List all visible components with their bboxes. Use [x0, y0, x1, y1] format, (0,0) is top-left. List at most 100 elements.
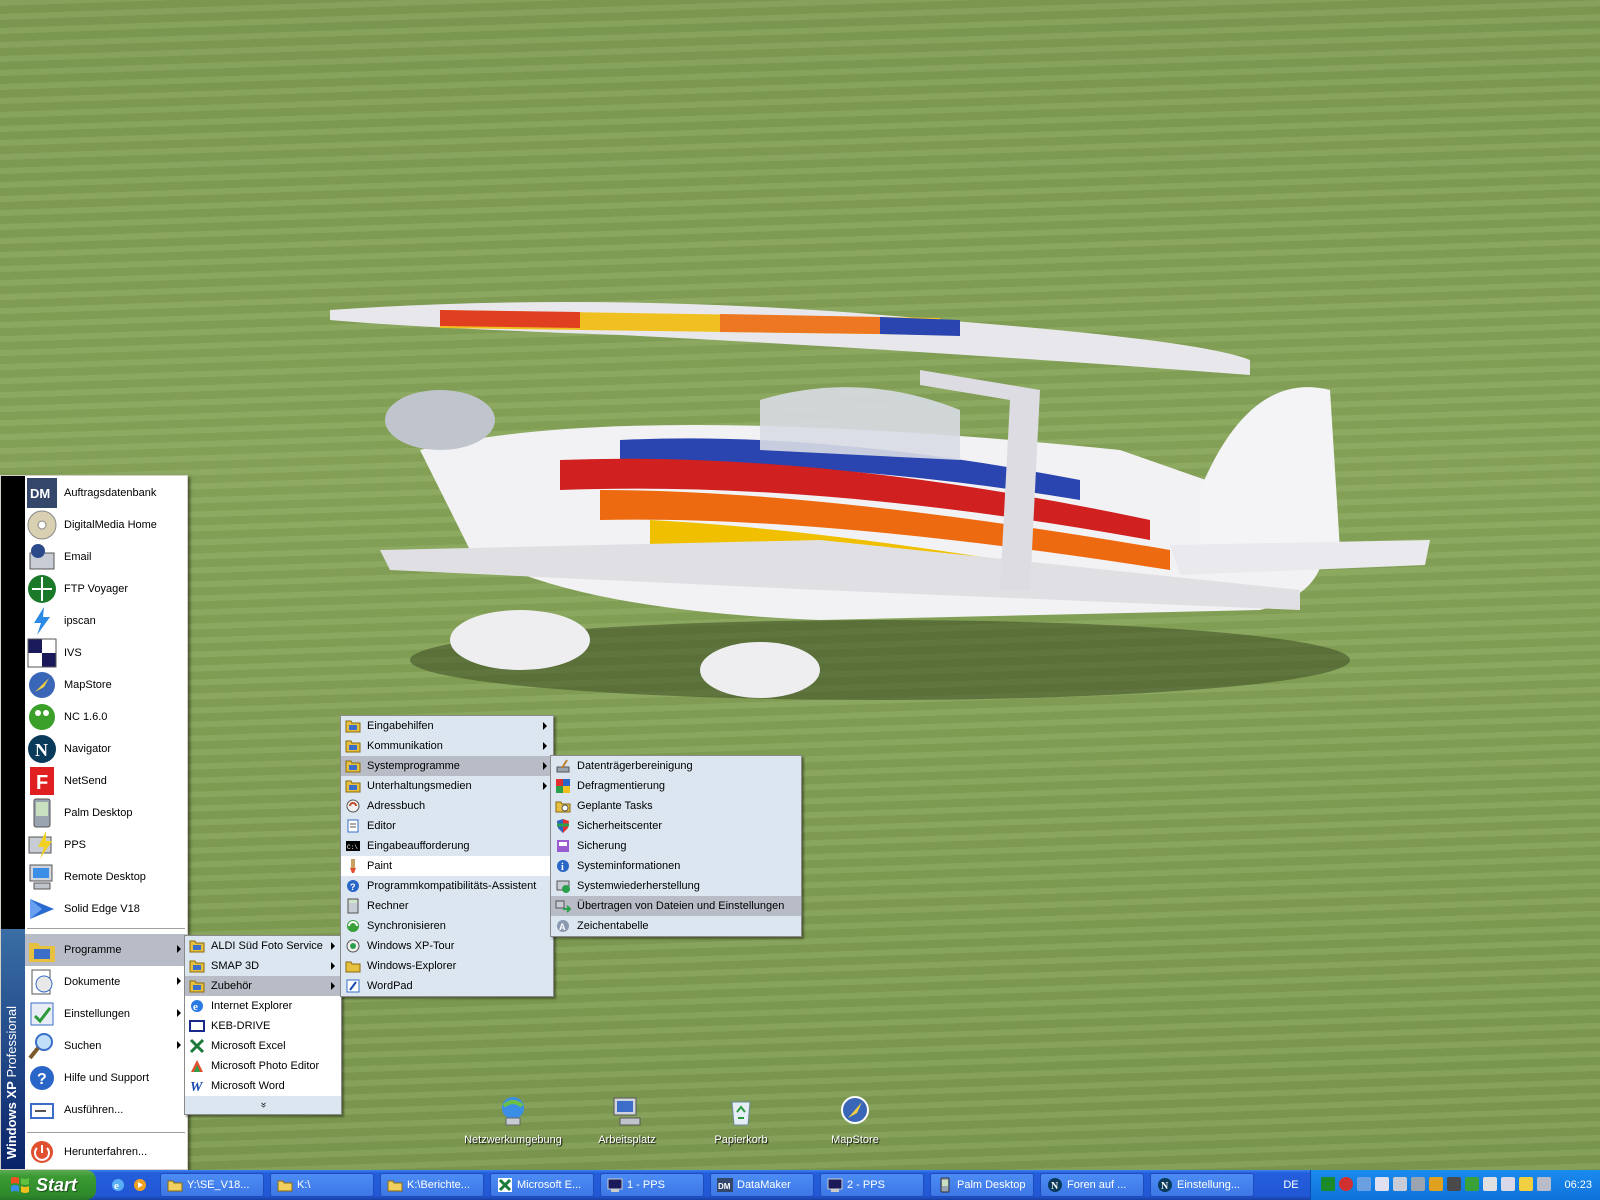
start-item-email[interactable]: Email [25, 541, 187, 573]
menu-item-kommunikation[interactable]: Kommunikation [341, 736, 553, 756]
search-icon [28, 1033, 53, 1060]
start-menu-band: Windows XP Professional [1, 476, 25, 1169]
menu-item-defragmentierung[interactable]: Defragmentierung [551, 776, 801, 796]
pps-icon [28, 831, 52, 859]
taskbar-button-excel[interactable]: Microsoft E... [490, 1173, 594, 1197]
menu-item-editor[interactable]: Editor [341, 816, 553, 836]
start-button[interactable]: Start [0, 1170, 96, 1200]
address-book-icon [346, 799, 360, 813]
start-item-mapstore[interactable]: MapStore [25, 669, 187, 701]
notepad-icon [347, 819, 359, 833]
tray-green-icon[interactable] [1321, 1177, 1335, 1191]
submenu-arrow-icon [543, 722, 547, 730]
menu-item-zeichentabelle[interactable]: A Zeichentabelle [551, 916, 801, 936]
menu-item-paint[interactable]: Paint [341, 856, 553, 876]
tray-sync-icon[interactable] [1465, 1177, 1479, 1191]
svg-text:C:\: C:\ [347, 844, 358, 851]
start-item-pps[interactable]: PPS [25, 829, 187, 861]
menu-item-zubehoer[interactable]: Zubehör [185, 976, 341, 996]
menu-item-wordpad[interactable]: WordPad [341, 976, 553, 996]
taskbar-button-datamaker[interactable]: DM DataMaker [710, 1173, 814, 1197]
desktop-icon-label: Netzwerkumgebung [464, 1134, 562, 1146]
menu-item-systeminformationen[interactable]: i Systeminformationen [551, 856, 801, 876]
start-item-ausfuehren[interactable]: Ausführen... [25, 1094, 187, 1126]
start-item-navigator[interactable]: N Navigator [25, 733, 187, 765]
start-item-ivs[interactable]: IVS [25, 637, 187, 669]
menu-item-smap3d[interactable]: SMAP 3D [185, 956, 341, 976]
recycle-bin-icon [731, 1101, 751, 1126]
menu-item-eingabeaufforderung[interactable]: C:\ Eingabeaufforderung [341, 836, 553, 856]
menu-item-systemprogramme[interactable]: Systemprogramme [341, 756, 553, 776]
menu-item-xp-tour[interactable]: Windows XP-Tour [341, 936, 553, 956]
desktop-icon-network[interactable]: Netzwerkumgebung [458, 1094, 568, 1146]
word-icon: W [190, 1080, 204, 1094]
taskbar-button-pps-1[interactable]: 1 - PPS [600, 1173, 704, 1197]
menu-item-synchronisieren[interactable]: Synchronisieren [341, 916, 553, 936]
system-tray: 06:23 [1310, 1170, 1600, 1200]
desktop-icon-mapstore[interactable]: MapStore [800, 1094, 910, 1146]
taskbar-button-k-drive[interactable]: K:\ [270, 1173, 374, 1197]
mapstore-icon [841, 1096, 869, 1124]
start-item-ipscan[interactable]: ipscan [25, 605, 187, 637]
menu-item-internet-explorer[interactable]: e Internet Explorer [185, 996, 341, 1016]
tray-volume-icon[interactable] [1447, 1177, 1461, 1191]
tray-monitor-icon[interactable] [1411, 1177, 1425, 1191]
menu-item-datentraegerbereinigung[interactable]: Datenträgerbereinigung [551, 756, 801, 776]
start-item-suchen[interactable]: Suchen [25, 1030, 187, 1062]
menu-item-geplante-tasks[interactable]: Geplante Tasks [551, 796, 801, 816]
tray-pdf-icon[interactable] [1375, 1177, 1389, 1191]
start-item-digitalmedia-home[interactable]: DigitalMedia Home [25, 509, 187, 541]
menu-item-photo-editor[interactable]: Microsoft Photo Editor [185, 1056, 341, 1076]
tray-palm-icon[interactable] [1393, 1177, 1407, 1191]
menu-item-adressbuch[interactable]: Adressbuch [341, 796, 553, 816]
menu-item-keb-drive[interactable]: KEB-DRIVE [185, 1016, 341, 1036]
taskbar-button-palm-desktop[interactable]: Palm Desktop [930, 1173, 1034, 1197]
tray-usb-icon[interactable] [1483, 1177, 1497, 1191]
start-item-auftragsdatenbank[interactable]: DM Auftragsdatenbank [25, 477, 187, 509]
tray-pen-icon[interactable] [1519, 1177, 1533, 1191]
tray-antivirus-icon[interactable] [1339, 1177, 1353, 1191]
menu-item-sicherheitscenter[interactable]: Sicherheitscenter [551, 816, 801, 836]
start-item-hilfe[interactable]: ? Hilfe und Support [25, 1062, 187, 1094]
menu-item-sicherung[interactable]: Sicherung [551, 836, 801, 856]
tray-printer-icon[interactable] [1537, 1177, 1551, 1191]
menu-item-word[interactable]: W Microsoft Word [185, 1076, 341, 1096]
more-items-chevron-icon[interactable]: » [185, 1096, 341, 1114]
start-item-nc[interactable]: NC 1.6.0 [25, 701, 187, 733]
start-item-netsend[interactable]: F NetSend [25, 765, 187, 797]
desktop-icon-recycle-bin[interactable]: Papierkorb [686, 1094, 796, 1146]
menu-item-systemwiederherstellung[interactable]: Systemwiederherstellung [551, 876, 801, 896]
start-item-programme[interactable]: Programme [25, 934, 187, 966]
taskbar-button-pps-2[interactable]: 2 - PPS [820, 1173, 924, 1197]
start-item-remote-desktop[interactable]: Remote Desktop [25, 861, 187, 893]
menu-item-excel[interactable]: Microsoft Excel [185, 1036, 341, 1056]
quicklaunch-ie-icon[interactable]: e [110, 1177, 126, 1193]
dm-icon: DM [27, 478, 57, 508]
menu-item-windows-explorer[interactable]: Windows-Explorer [341, 956, 553, 976]
menu-item-uebertragen[interactable]: Übertragen von Dateien und Einstellungen [551, 896, 801, 916]
tray-network-icon[interactable] [1357, 1177, 1371, 1191]
menu-item-programmkompatibilitaet[interactable]: ? Programmkompatibilitäts-Assistent [341, 876, 553, 896]
start-item-ftp-voyager[interactable]: FTP Voyager [25, 573, 187, 605]
menu-item-aldi-foto[interactable]: ALDI Süd Foto Service [185, 936, 341, 956]
taskbar-button-foren[interactable]: N Foren auf ... [1040, 1173, 1144, 1197]
start-item-dokumente[interactable]: Dokumente [25, 966, 187, 998]
desktop-icon-my-computer[interactable]: Arbeitsplatz [572, 1094, 682, 1146]
clock[interactable]: 06:23 [1564, 1170, 1592, 1200]
tray-connection-icon[interactable] [1501, 1177, 1515, 1191]
start-menu-system-list: Programme Dokumente Einstellungen Suchen… [25, 934, 187, 1126]
start-item-solid-edge[interactable]: Solid Edge V18 [25, 893, 187, 925]
menu-item-eingabehilfen[interactable]: Eingabehilfen [341, 716, 553, 736]
taskbar-button-einstellung[interactable]: N Einstellung... [1150, 1173, 1254, 1197]
taskbar-button-se-v18[interactable]: Y:\SE_V18... [160, 1173, 264, 1197]
tray-shield-icon[interactable] [1429, 1177, 1443, 1191]
start-item-einstellungen[interactable]: Einstellungen [25, 998, 187, 1030]
taskbar-button-berichte[interactable]: K:\Berichte... [380, 1173, 484, 1197]
quicklaunch-media-icon[interactable] [132, 1177, 148, 1193]
start-item-palm-desktop[interactable]: Palm Desktop [25, 797, 187, 829]
menu-item-rechner[interactable]: Rechner [341, 896, 553, 916]
menu-item-unterhaltungsmedien[interactable]: Unterhaltungsmedien [341, 776, 553, 796]
start-menu-pinned-list: DM Auftragsdatenbank DigitalMedia Home E… [25, 477, 187, 925]
language-indicator[interactable]: DE [1276, 1170, 1306, 1200]
start-item-herunterfahren[interactable]: Herunterfahren... [25, 1136, 187, 1168]
